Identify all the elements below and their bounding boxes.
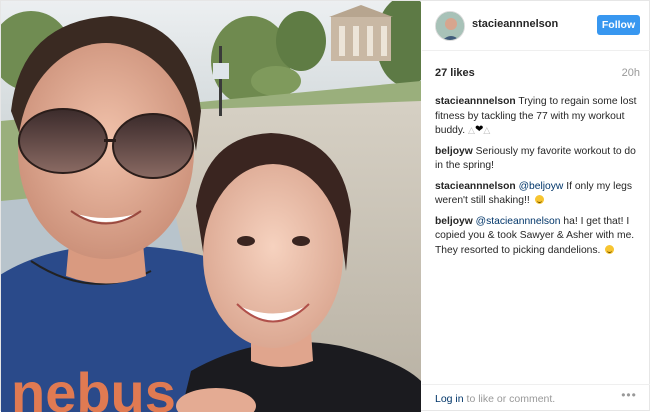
comment-item: beljoyw @stacieannnelson ha! I get that!… [435, 215, 640, 259]
login-prompt: Log in to like or comment. [435, 393, 555, 405]
comment-mention[interactable]: @beljoyw [519, 181, 564, 192]
post-sidebar: stacieannnelson Follow 27 likes 20h stac… [422, 1, 650, 412]
post-footer: Log in to like or comment. ••• [422, 384, 650, 412]
comments-list: stacieannnelson Trying to regain some lo… [435, 95, 640, 264]
instagram-post: nebus stacieannnelson Follow 27 likes 20… [0, 0, 650, 412]
comment-item: beljoyw Seriously my favorite workout to… [435, 145, 640, 174]
login-link[interactable]: Log in [435, 393, 464, 405]
post-meta: 27 likes 20h [435, 67, 640, 81]
comment-username[interactable]: beljoyw [435, 216, 473, 227]
follow-button[interactable]: Follow [597, 15, 640, 35]
more-horizontal-icon[interactable]: ••• [619, 389, 639, 404]
muscle-emoji-icon: △ [468, 125, 475, 136]
black-heart-emoji-icon: ❤ [474, 124, 484, 136]
avatar-image [436, 12, 464, 40]
grinning-emoji-icon [534, 195, 544, 204]
post-time[interactable]: 20h [622, 67, 640, 79]
author-username[interactable]: stacieannnelson [472, 18, 558, 30]
comment-item: stacieannnelson @beljoyw If only my legs… [435, 180, 640, 209]
avatar[interactable] [435, 11, 465, 41]
comment-item: stacieannnelson Trying to regain some lo… [435, 95, 640, 139]
likes-count[interactable]: 27 likes [435, 67, 475, 79]
login-prompt-text: to like or comment. [466, 393, 556, 405]
comment-username[interactable]: beljoyw [435, 146, 473, 157]
post-header: stacieannnelson Follow [422, 1, 650, 51]
comment-username[interactable]: stacieannnelson [435, 181, 516, 192]
shirt-text: nebus [11, 361, 176, 412]
selfie-image: nebus [1, 1, 421, 412]
grinning-emoji-icon [605, 244, 615, 254]
comment-username[interactable]: stacieannnelson [435, 96, 516, 107]
post-photo[interactable]: nebus [1, 1, 421, 412]
muscle-emoji-icon: △ [483, 125, 491, 136]
comment-mention[interactable]: @stacieannnelson [476, 216, 561, 227]
